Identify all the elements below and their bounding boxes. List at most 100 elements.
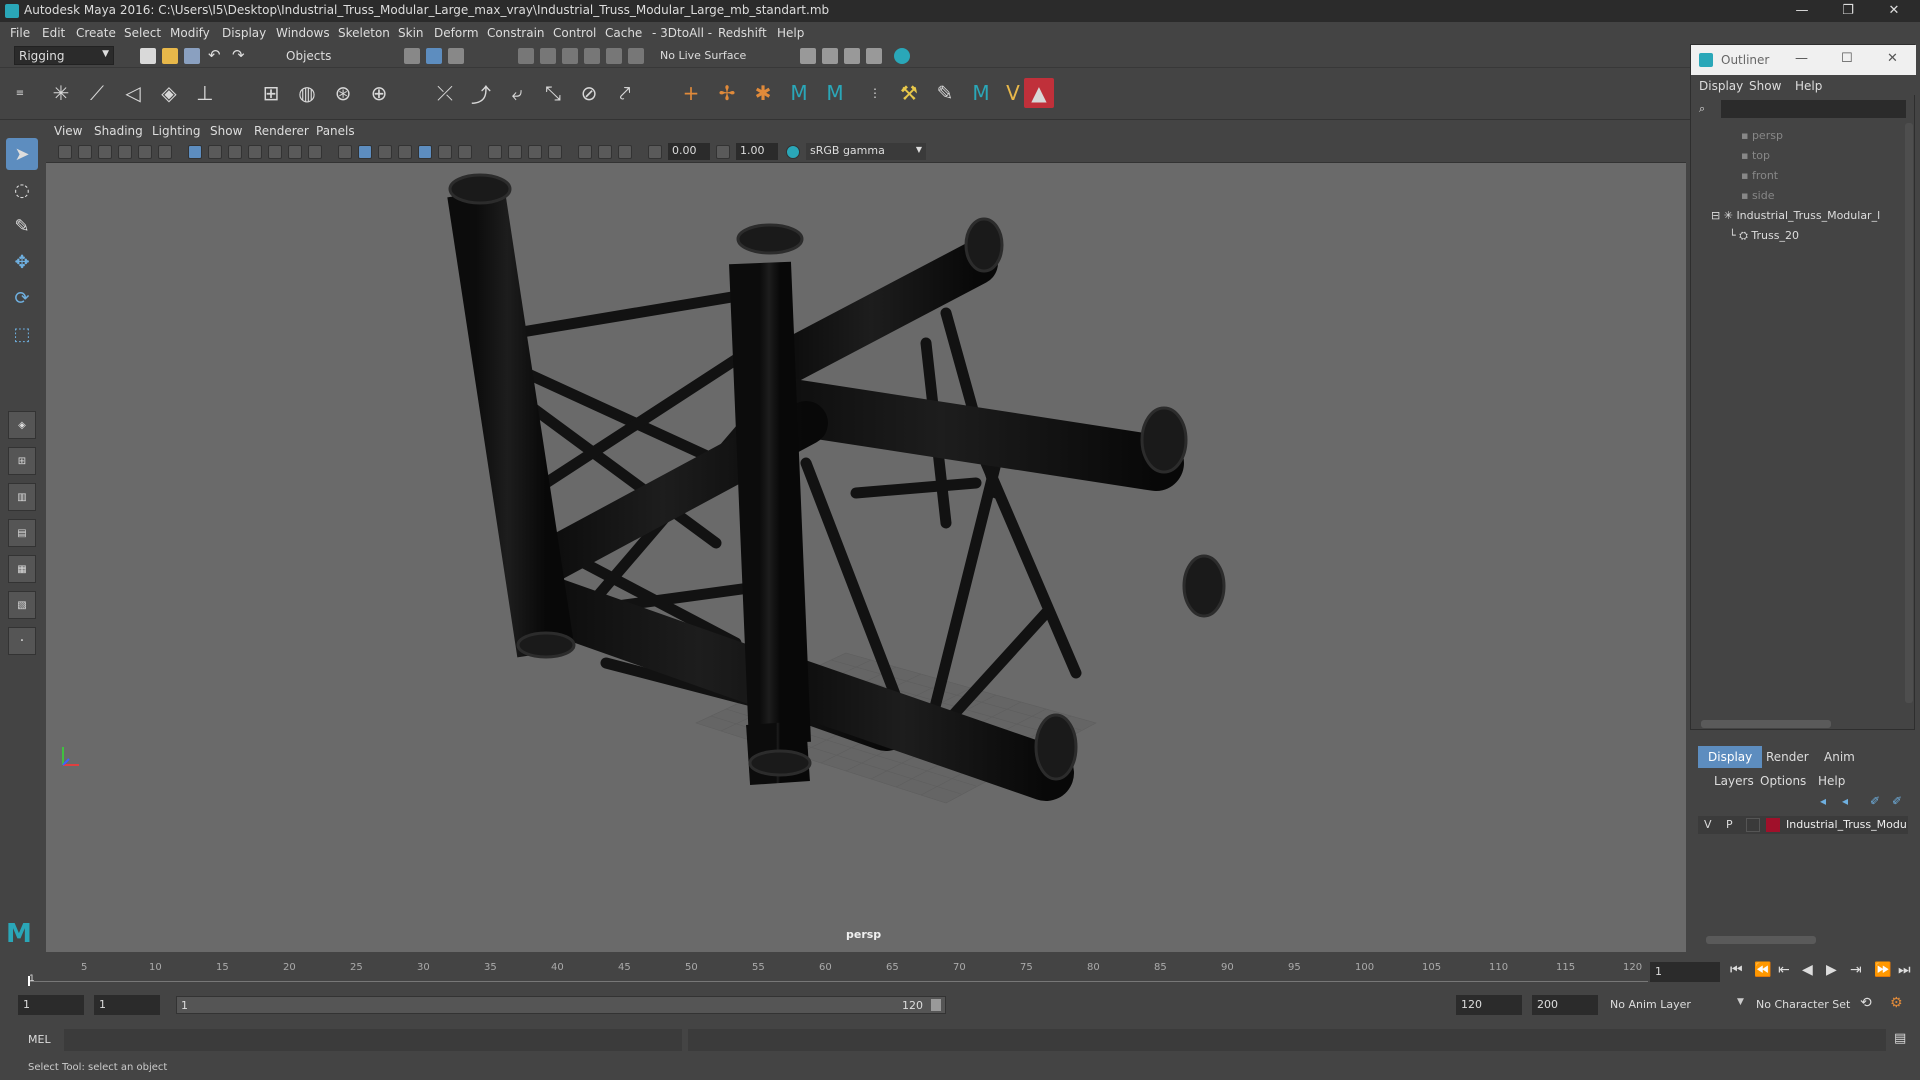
gamma-field[interactable]: 1.00 [736, 143, 778, 160]
menu-modify[interactable]: Modify [170, 26, 210, 40]
outliner-horizontal-scrollbar[interactable] [1701, 720, 1831, 728]
outliner-search-input[interactable] [1721, 100, 1906, 118]
layout-more-icon[interactable]: · [8, 627, 36, 655]
play-forwards-icon[interactable]: ▶ [1826, 962, 1837, 978]
layer-playback-toggle[interactable]: P [1726, 818, 1733, 831]
undo-icon[interactable]: ↶ [208, 46, 221, 64]
new-scene-icon[interactable] [140, 48, 156, 64]
bookmark-icon[interactable] [98, 145, 112, 159]
next-key-icon[interactable]: ⇥ [1850, 962, 1862, 978]
smooth-shade-icon[interactable] [358, 145, 372, 159]
outliner-item-truss-group[interactable]: ⊟ ✳ Industrial_Truss_Modular_l [1711, 209, 1880, 222]
close-icon[interactable]: ✕ [1887, 51, 1898, 66]
move-tool-icon[interactable]: ✥ [6, 246, 38, 278]
menu-help[interactable]: Help [777, 26, 804, 40]
orient-constraint-icon[interactable]: ⤶ [502, 78, 532, 108]
snap-curve-icon[interactable] [540, 48, 556, 64]
ik-spline-icon[interactable]: ◁ [118, 78, 148, 108]
time-ruler[interactable]: 1 5 10 15 20 25 30 35 40 45 50 55 60 65 … [28, 962, 1648, 986]
gate-mask-icon[interactable] [248, 145, 262, 159]
panel-menu-lighting[interactable]: Lighting [152, 124, 201, 138]
wireframe-on-shaded-icon[interactable] [378, 145, 392, 159]
mel-label[interactable]: MEL [28, 1033, 51, 1046]
select-hierarchy-icon[interactable] [404, 48, 420, 64]
menuset-dropdown[interactable]: Rigging ▼ [14, 46, 114, 65]
menu-file[interactable]: File [10, 26, 30, 40]
locator-icon[interactable]: + [676, 78, 706, 108]
outliner-list[interactable]: ▪ persp ▪ top ▪ front ▪ side ⊟ ✳ Industr… [1699, 123, 1899, 678]
render-settings-icon[interactable] [800, 48, 816, 64]
camera-icon[interactable] [58, 145, 72, 159]
safe-title-icon[interactable] [308, 145, 322, 159]
playback-end-field[interactable]: 120 [1456, 995, 1522, 1015]
layer-visibility-toggle[interactable]: V [1704, 818, 1712, 831]
perspective-viewport[interactable]: persp [46, 163, 1686, 952]
wire-icon[interactable]: ⊛ [328, 78, 358, 108]
color-management-icon[interactable] [786, 145, 800, 159]
two-pane-layout-icon[interactable]: ▥ [8, 483, 36, 511]
menu-edit[interactable]: Edit [42, 26, 65, 40]
tab-display[interactable]: Display [1698, 746, 1763, 768]
auto-key-icon[interactable]: ⟲ [1860, 995, 1872, 1011]
chevron-down-icon[interactable]: ▼ [1737, 997, 1744, 1007]
panel-menu-panels[interactable]: Panels [316, 124, 355, 138]
save-scene-icon[interactable] [184, 48, 200, 64]
hypergraph-layout-icon[interactable]: ▧ [8, 591, 36, 619]
preferences-icon[interactable]: ⚙ [1890, 995, 1903, 1011]
menu-deform[interactable]: Deform [434, 26, 479, 40]
isolate-select-icon[interactable] [548, 145, 562, 159]
safe-action-icon[interactable] [288, 145, 302, 159]
motion-blur-icon[interactable] [488, 145, 502, 159]
blend-shape-icon[interactable]: ⋮ [860, 78, 890, 108]
new-layer-icon[interactable]: ✐ [1870, 794, 1880, 808]
lattice-icon[interactable]: ◍ [292, 78, 322, 108]
layer-color-swatch[interactable] [1766, 818, 1780, 832]
single-pane-layout-icon[interactable]: ◈ [8, 411, 36, 439]
snap-point-icon[interactable] [562, 48, 578, 64]
character-set-dropdown[interactable]: No Character Set [1756, 998, 1850, 1011]
textured-icon[interactable] [398, 145, 412, 159]
step-forward-icon[interactable]: ⏩ [1874, 962, 1891, 978]
menu-constrain[interactable]: Constrain [487, 26, 545, 40]
xray-joints-icon[interactable] [598, 145, 612, 159]
hypershade-icon[interactable] [894, 48, 910, 64]
gamma-icon[interactable] [716, 145, 730, 159]
layer-type-toggle[interactable] [1746, 818, 1760, 832]
outliner-item-side[interactable]: ▪ side [1741, 189, 1775, 202]
outliner-item-persp[interactable]: ▪ persp [1741, 129, 1783, 142]
maximize-icon[interactable]: ☐ [1841, 51, 1853, 66]
command-input[interactable] [64, 1029, 682, 1051]
menu-windows[interactable]: Windows [276, 26, 330, 40]
minimize-icon[interactable]: — [1795, 51, 1808, 66]
lasso-tool-icon[interactable]: ◌ [6, 174, 38, 206]
playback-start-field[interactable]: 1 [94, 995, 160, 1015]
select-object-icon[interactable] [426, 48, 442, 64]
menu-select[interactable]: Select [124, 26, 161, 40]
layers-menu-options[interactable]: Options [1760, 774, 1806, 788]
selection-mode-dropdown[interactable]: Objects [282, 47, 378, 65]
mash-icon[interactable]: M [966, 78, 996, 108]
menu-skin[interactable]: Skin [398, 26, 424, 40]
scale-tool-icon[interactable]: ⬚ [6, 318, 38, 350]
menu-skeleton[interactable]: Skeleton [338, 26, 390, 40]
menu-display[interactable]: Display [222, 26, 266, 40]
rotate-tool-icon[interactable]: ⟳ [6, 282, 38, 314]
deformer-icon[interactable]: ⚒ [894, 78, 924, 108]
tab-anim[interactable]: Anim [1814, 746, 1865, 768]
layers-menu-layers[interactable]: Layers [1714, 774, 1754, 788]
new-layer-selected-icon[interactable]: ✐ [1892, 794, 1902, 808]
ambient-occlusion-icon[interactable] [458, 145, 472, 159]
wireframe-icon[interactable] [338, 145, 352, 159]
shelf-options-icon[interactable]: ≡ [0, 78, 40, 108]
xray-components-icon[interactable] [618, 145, 632, 159]
menu-redshift[interactable]: Redshift [718, 26, 767, 40]
pole-vector-icon[interactable]: ⤤ [610, 78, 640, 108]
panel-menu-show[interactable]: Show [210, 124, 242, 138]
resolution-gate-icon[interactable] [228, 145, 242, 159]
menu-control[interactable]: Control [553, 26, 596, 40]
live-surface-field[interactable]: No Live Surface [660, 49, 746, 62]
field-chart-icon[interactable] [268, 145, 282, 159]
script-editor-icon[interactable]: ▤ [1894, 1031, 1906, 1046]
layer-horizontal-scrollbar[interactable] [1706, 936, 1816, 944]
quick-rig-icon[interactable]: M [820, 78, 850, 108]
